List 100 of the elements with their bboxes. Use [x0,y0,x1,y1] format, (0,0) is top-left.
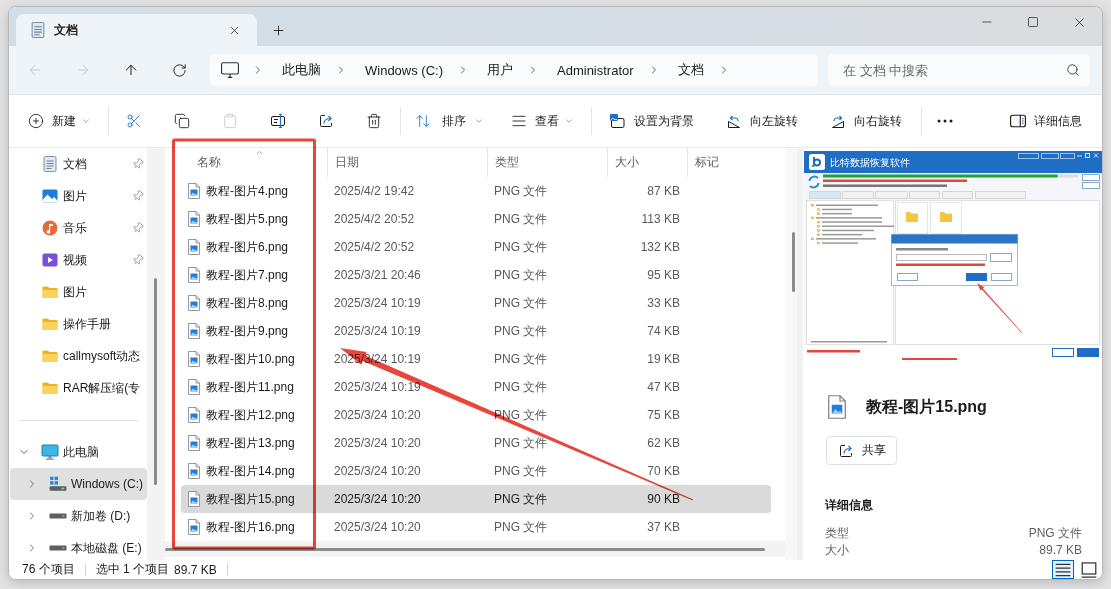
file-row[interactable]: 教程-图片15.png 2025/3/24 10:20 PNG 文件 90 KB [181,485,771,513]
file-type: PNG 文件 [494,295,548,310]
file-type: PNG 文件 [494,491,548,506]
modified-date: 2025/3/24 10:20 [334,520,421,534]
rotate-left-button[interactable]: 向左旋转 [718,105,806,137]
nav-item[interactable]: RAR解压缩(专 [10,372,147,404]
file-row[interactable]: 教程-图片6.png 2025/4/2 20:52 PNG 文件 132 KB [181,233,771,261]
maximize-icon [1085,153,1090,158]
app-button[interactable] [1018,153,1039,159]
new-button[interactable]: 新建 [20,105,99,137]
caret-icon [474,116,484,126]
column-header[interactable]: 类型 [487,148,607,177]
drive-icon [49,545,67,551]
file-row[interactable]: 教程-图片12.png 2025/3/24 10:20 PNG 文件 75 KB [181,401,771,429]
nav-item[interactable]: callmysoft动态 [10,340,147,372]
image-file-icon [188,491,200,507]
column-header[interactable]: 日期 [327,148,487,177]
music-note-icon [41,219,59,237]
address-bar[interactable]: 此电脑 Windows (C:) 用户 Administrator 文档 [210,54,818,86]
modified-date: 2025/3/21 20:46 [334,268,421,282]
file-row[interactable]: 教程-图片13.png 2025/3/24 10:20 PNG 文件 62 KB [181,429,771,457]
scrollbar-thumb[interactable] [811,341,887,343]
nav-item[interactable]: 操作手册 [10,308,147,340]
breadcrumb[interactable]: 用户 [487,61,513,79]
file-size: 132 KB [640,240,680,254]
app-tab[interactable] [942,191,973,199]
search-field[interactable]: 在 文档 中搜索 [828,54,1090,86]
app-button[interactable] [1082,182,1100,189]
app-tab[interactable] [975,191,1026,199]
file-title: 教程-图片15.png [866,396,987,417]
column-header[interactable]: 名称 [165,148,327,177]
file-size: 87 KB [647,184,680,198]
app-button[interactable] [1082,174,1100,181]
modified-date: 2025/3/24 10:20 [334,436,421,450]
scrollbar-thumb[interactable] [154,278,157,485]
column-header[interactable]: 标记 [687,148,775,177]
set-background-button[interactable]: 设置为背景 [601,105,702,137]
dialog-input-field[interactable] [896,254,987,261]
folder-icon [940,212,952,222]
breadcrumb[interactable]: 文档 [677,61,704,79]
dialog-button[interactable] [991,273,1012,281]
app-tab[interactable] [809,191,841,199]
nav-item[interactable]: Windows (C:) [10,468,147,500]
breadcrumb[interactable]: Administrator [557,62,634,78]
details-pane-button[interactable]: 详细信息 [1002,105,1090,137]
nav-item[interactable]: 文档 [10,148,147,180]
modified-date: 2025/3/24 10:19 [334,296,421,310]
nav-item[interactable]: 此电脑 [10,436,147,468]
plus-icon [270,22,286,38]
folder-icon [906,212,918,222]
detail-label: 大小 [825,542,849,559]
image-file-icon [188,407,200,423]
file-row[interactable]: 教程-图片14.png 2025/3/24 10:20 PNG 文件 70 KB [181,457,771,485]
rotate-right-button[interactable]: 向右旋转 [822,105,910,137]
file-name: 教程-图片4.png [206,182,289,200]
file-type: PNG 文件 [494,379,548,394]
file-size: 19 KB [647,352,680,366]
file-row[interactable]: 教程-图片4.png 2025/4/2 19:42 PNG 文件 87 KB [181,177,771,205]
breadcrumb[interactable]: 此电脑 [282,61,321,79]
file-name: 教程-图片11.png [206,378,294,396]
file-name: 教程-图片8.png [206,294,289,312]
app-tab[interactable] [909,191,940,199]
share-button[interactable]: 共享 [826,436,897,465]
column-header[interactable]: 大小 [607,148,687,177]
folder-tile[interactable] [897,202,928,234]
view-button[interactable]: 查看 [503,105,582,137]
file-row[interactable]: 教程-图片16.png 2025/3/24 10:20 PNG 文件 37 KB [181,513,771,541]
nav-item[interactable]: 图片 [10,180,147,212]
tab[interactable]: 文档 [16,14,257,46]
modified-date: 2025/3/24 10:20 [334,408,421,422]
app-tab[interactable] [875,191,908,199]
drive-icon [49,513,67,519]
scrollbar-thumb[interactable] [792,232,795,292]
dialog-button[interactable] [897,273,918,281]
breadcrumb[interactable]: Windows (C:) [365,62,443,78]
sort-button[interactable]: 排序 [407,105,492,137]
file-row[interactable]: 教程-图片11.png 2025/3/24 10:19 PNG 文件 47 KB [181,373,771,401]
search-icon [1066,63,1080,77]
file-row[interactable]: 教程-图片5.png 2025/4/2 20:52 PNG 文件 113 KB [181,205,771,233]
scrollbar-thumb[interactable] [165,547,765,551]
nav-item[interactable]: 视频 [10,244,147,276]
file-row[interactable]: 教程-图片7.png 2025/3/21 20:46 PNG 文件 95 KB [181,261,771,289]
nav-item[interactable]: 图片 [10,276,147,308]
image-file-icon [188,323,200,339]
nav-item[interactable]: 本地磁盘 (E:) [10,532,147,564]
modified-date: 2025/4/2 19:42 [334,184,415,198]
app-button[interactable] [1041,153,1059,159]
nav-item[interactable]: 新加卷 (D:) [10,500,147,532]
file-row[interactable]: 教程-图片8.png 2025/3/24 10:19 PNG 文件 33 KB [181,289,771,317]
file-row[interactable]: 教程-图片9.png 2025/3/24 10:19 PNG 文件 74 KB [181,317,771,345]
details-view-button[interactable] [1052,560,1074,579]
dialog-button[interactable] [990,253,1012,262]
nav-item[interactable]: 音乐 [10,212,147,244]
file-name: 教程-图片16.png [206,518,295,536]
image-file-icon [828,395,846,419]
app-button[interactable] [1060,153,1075,159]
app-tab[interactable] [842,191,874,199]
image-file-icon [188,239,200,255]
image-file-icon [188,435,200,451]
app-button[interactable] [1052,348,1074,357]
